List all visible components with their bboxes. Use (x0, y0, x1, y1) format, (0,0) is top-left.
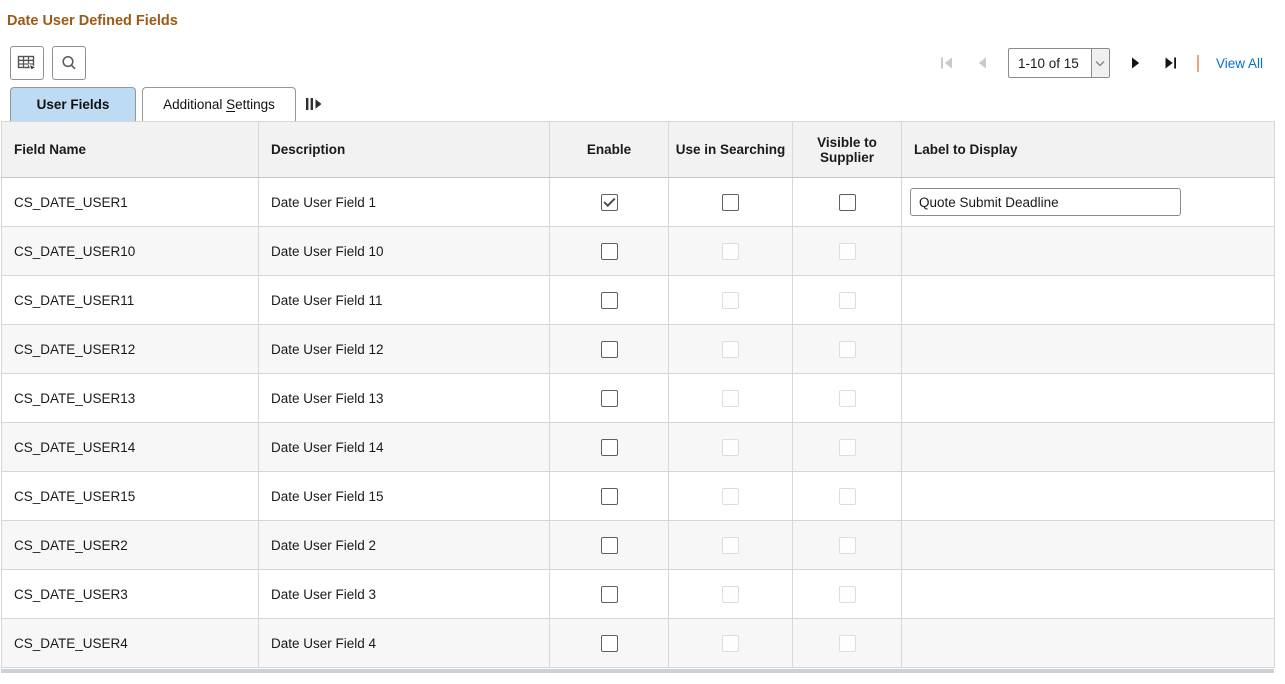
visible-to-supplier-checkbox (839, 586, 856, 603)
find-button[interactable] (52, 46, 86, 80)
show-all-columns-icon[interactable] (305, 96, 325, 112)
grid-header: Field Name Description Enable Use in Sea… (2, 122, 1275, 178)
tab-user-fields-label: User Fields (37, 97, 110, 112)
field-name-cell: CS_DATE_USER10 (2, 227, 259, 276)
visible-to-supplier-checkbox (839, 537, 856, 554)
label-to-display-input[interactable] (910, 188, 1181, 216)
field-name-cell: CS_DATE_USER1 (2, 178, 259, 227)
visible-to-supplier-checkbox (839, 488, 856, 505)
next-page-icon[interactable] (1127, 54, 1145, 72)
description-cell: Date User Field 2 (259, 521, 550, 570)
description-cell: Date User Field 13 (259, 374, 550, 423)
table-row: CS_DATE_USER2 Date User Field 2 (2, 521, 1275, 570)
table-row: CS_DATE_USER4 Date User Field 4 (2, 619, 1275, 668)
grid-bottom-border (1, 669, 1274, 673)
enable-checkbox[interactable] (601, 488, 618, 505)
description-cell: Date User Field 12 (259, 325, 550, 374)
table-row: CS_DATE_USER11 Date User Field 11 (2, 276, 1275, 325)
table-row: CS_DATE_USER12 Date User Field 12 (2, 325, 1275, 374)
tab-user-fields[interactable]: User Fields (10, 87, 136, 121)
user-fields-grid: Field Name Description Enable Use in Sea… (1, 121, 1275, 668)
page-title: Date User Defined Fields (7, 13, 178, 29)
field-name-cell: CS_DATE_USER11 (2, 276, 259, 325)
field-name-cell: CS_DATE_USER2 (2, 521, 259, 570)
description-cell: Date User Field 14 (259, 423, 550, 472)
column-header-field-name[interactable]: Field Name (2, 122, 259, 178)
column-header-visible-to-supplier[interactable]: Visible to Supplier (793, 122, 902, 178)
enable-checkbox[interactable] (601, 635, 618, 652)
use-in-searching-checkbox (722, 488, 739, 505)
visible-to-supplier-checkbox (839, 390, 856, 407)
column-header-label-to-display[interactable]: Label to Display (902, 122, 1275, 178)
use-in-searching-checkbox[interactable] (722, 194, 739, 211)
field-name-cell: CS_DATE_USER15 (2, 472, 259, 521)
field-name-cell: CS_DATE_USER14 (2, 423, 259, 472)
page-range-value: 1-10 of 15 (1009, 56, 1091, 71)
table-row: CS_DATE_USER15 Date User Field 15 (2, 472, 1275, 521)
description-cell: Date User Field 1 (259, 178, 550, 227)
visible-to-supplier-checkbox (839, 635, 856, 652)
column-header-use-in-searching[interactable]: Use in Searching (669, 122, 793, 178)
visible-to-supplier-checkbox (839, 439, 856, 456)
visible-to-supplier-checkbox (839, 341, 856, 358)
description-cell: Date User Field 15 (259, 472, 550, 521)
enable-checkbox[interactable] (601, 537, 618, 554)
enable-checkbox[interactable] (601, 243, 618, 260)
visible-to-supplier-checkbox (839, 292, 856, 309)
table-row: CS_DATE_USER10 Date User Field 10 (2, 227, 1275, 276)
visible-to-supplier-checkbox[interactable] (839, 194, 856, 211)
view-all-link[interactable]: View All (1216, 56, 1263, 71)
last-page-icon[interactable] (1162, 54, 1180, 72)
grid-action-menu-button[interactable] (10, 46, 44, 80)
table-row: CS_DATE_USER14 Date User Field 14 (2, 423, 1275, 472)
use-in-searching-checkbox (722, 635, 739, 652)
column-header-enable[interactable]: Enable (550, 122, 669, 178)
use-in-searching-checkbox (722, 439, 739, 456)
description-cell: Date User Field 4 (259, 619, 550, 668)
enable-checkbox[interactable] (601, 390, 618, 407)
table-row: CS_DATE_USER13 Date User Field 13 (2, 374, 1275, 423)
first-page-icon (938, 54, 956, 72)
description-cell: Date User Field 10 (259, 227, 550, 276)
use-in-searching-checkbox (722, 341, 739, 358)
tab-additional-settings-label: Additional Settings (163, 97, 275, 112)
page-range-select[interactable]: 1-10 of 15 (1008, 48, 1110, 78)
previous-page-icon (973, 54, 991, 72)
chevron-down-icon (1091, 49, 1109, 77)
field-name-cell: CS_DATE_USER12 (2, 325, 259, 374)
search-icon (60, 54, 78, 72)
use-in-searching-checkbox (722, 586, 739, 603)
table-row: CS_DATE_USER1 Date User Field 1 (2, 178, 1275, 227)
description-cell: Date User Field 11 (259, 276, 550, 325)
pagination-separator (1197, 55, 1199, 72)
grid-body: CS_DATE_USER1 Date User Field 1 CS_DATE_… (2, 178, 1275, 668)
enable-checkbox[interactable] (601, 341, 618, 358)
table-row: CS_DATE_USER3 Date User Field 3 (2, 570, 1275, 619)
enable-checkbox[interactable] (601, 194, 618, 211)
use-in-searching-checkbox (722, 292, 739, 309)
use-in-searching-checkbox (722, 390, 739, 407)
enable-checkbox[interactable] (601, 439, 618, 456)
visible-to-supplier-checkbox (839, 243, 856, 260)
grid-action-menu-icon (16, 54, 38, 72)
use-in-searching-checkbox (722, 243, 739, 260)
use-in-searching-checkbox (722, 537, 739, 554)
field-name-cell: CS_DATE_USER13 (2, 374, 259, 423)
field-name-cell: CS_DATE_USER4 (2, 619, 259, 668)
description-cell: Date User Field 3 (259, 570, 550, 619)
enable-checkbox[interactable] (601, 292, 618, 309)
enable-checkbox[interactable] (601, 586, 618, 603)
column-header-description[interactable]: Description (259, 122, 550, 178)
pagination-bar: 1-10 of 15 View All (938, 46, 1263, 80)
field-name-cell: CS_DATE_USER3 (2, 570, 259, 619)
tab-additional-settings[interactable]: Additional Settings (142, 87, 296, 121)
